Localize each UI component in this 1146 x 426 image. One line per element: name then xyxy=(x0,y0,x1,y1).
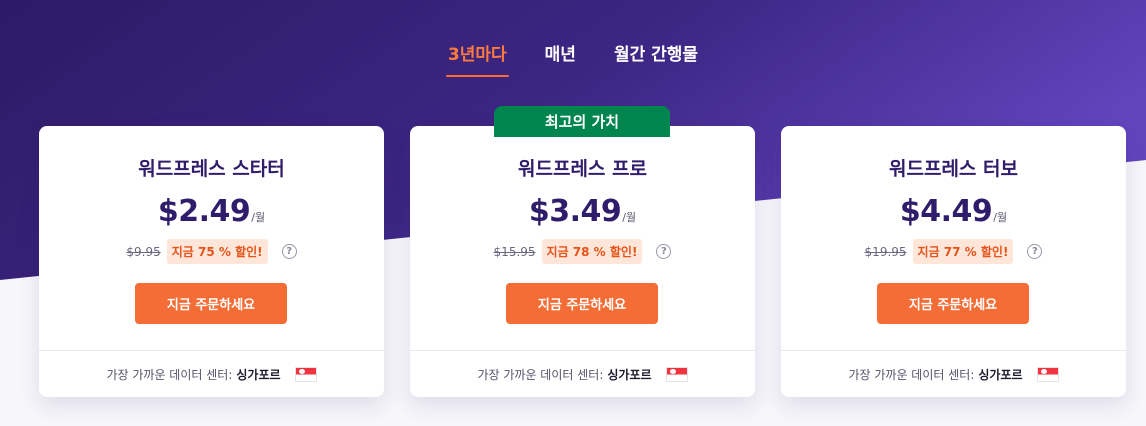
singapore-flag-icon xyxy=(1036,367,1059,382)
plan-card-turbo: 워드프레스 터보 $4.49 /월 $19.95 지금 77 % 할인! ? 지… xyxy=(781,126,1126,397)
discount-row: $15.95 지금 78 % 할인! ? xyxy=(410,239,755,264)
divider xyxy=(39,350,384,351)
order-now-button[interactable]: 지금 주문하세요 xyxy=(135,283,287,324)
plan-card-starter: 워드프레스 스타터 $2.49 /월 $9.95 지금 75 % 할인! ? 지… xyxy=(39,126,384,397)
datacenter-label: 가장 가까운 데이터 센터: xyxy=(477,368,604,382)
tab-monthly[interactable]: 월간 간행물 xyxy=(614,40,698,77)
discount-badge: 지금 75 % 할인! xyxy=(166,239,268,264)
plan-price: $4.49 xyxy=(899,194,993,229)
datacenter-location: 싱가포르 xyxy=(607,368,652,382)
order-now-button[interactable]: 지금 주문하세요 xyxy=(877,283,1029,324)
discount-row: $9.95 지금 75 % 할인! ? xyxy=(39,239,384,264)
order-now-button[interactable]: 지금 주문하세요 xyxy=(506,283,658,324)
discount-badge: 지금 77 % 할인! xyxy=(912,239,1014,264)
discount-row: $19.95 지금 77 % 할인! ? xyxy=(781,239,1126,264)
price-period: /월 xyxy=(993,211,1008,224)
original-price: $19.95 xyxy=(864,244,907,259)
question-circle-icon[interactable]: ? xyxy=(281,244,297,259)
plan-name: 워드프레스 스타터 xyxy=(138,158,285,180)
datacenter-label: 가장 가까운 데이터 센터: xyxy=(848,368,975,382)
discount-badge: 지금 78 % 할인! xyxy=(541,239,643,264)
datacenter-location: 싱가포르 xyxy=(978,368,1023,382)
plan-card-pro: 최고의 가치 워드프레스 프로 $3.49 /월 $15.95 지금 78 % … xyxy=(410,106,755,397)
datacenter-location: 싱가포르 xyxy=(236,368,281,382)
plan-price: $3.49 xyxy=(528,194,622,229)
tab-yearly[interactable]: 매년 xyxy=(545,40,576,77)
plan-name: 워드프레스 프로 xyxy=(518,158,647,180)
billing-period-tabs: 3년마다 매년 월간 간행물 xyxy=(0,40,1146,77)
singapore-flag-icon xyxy=(294,367,317,382)
original-price: $9.95 xyxy=(126,244,161,259)
datacenter-info: 가장 가까운 데이터 센터: 싱가포르 xyxy=(410,366,755,383)
tab-every-3-years[interactable]: 3년마다 xyxy=(445,40,509,77)
datacenter-info: 가장 가까운 데이터 센터: 싱가포르 xyxy=(39,366,384,383)
datacenter-label: 가장 가까운 데이터 센터: xyxy=(106,368,233,382)
price-row: $2.49 /월 xyxy=(39,194,384,229)
datacenter-info: 가장 가까운 데이터 센터: 싱가포르 xyxy=(781,366,1126,383)
singapore-flag-icon xyxy=(665,367,688,382)
price-row: $3.49 /월 xyxy=(410,194,755,229)
divider xyxy=(410,350,755,351)
price-period: /월 xyxy=(622,211,637,224)
price-row: $4.49 /월 xyxy=(781,194,1126,229)
question-circle-icon[interactable]: ? xyxy=(1027,244,1043,259)
price-period: /월 xyxy=(251,211,266,224)
divider xyxy=(781,350,1126,351)
original-price: $15.95 xyxy=(493,244,536,259)
plan-name: 워드프레스 터보 xyxy=(889,158,1018,180)
plan-price: $2.49 xyxy=(157,194,251,229)
best-value-ribbon: 최고의 가치 xyxy=(494,106,670,137)
question-circle-icon[interactable]: ? xyxy=(656,244,672,259)
